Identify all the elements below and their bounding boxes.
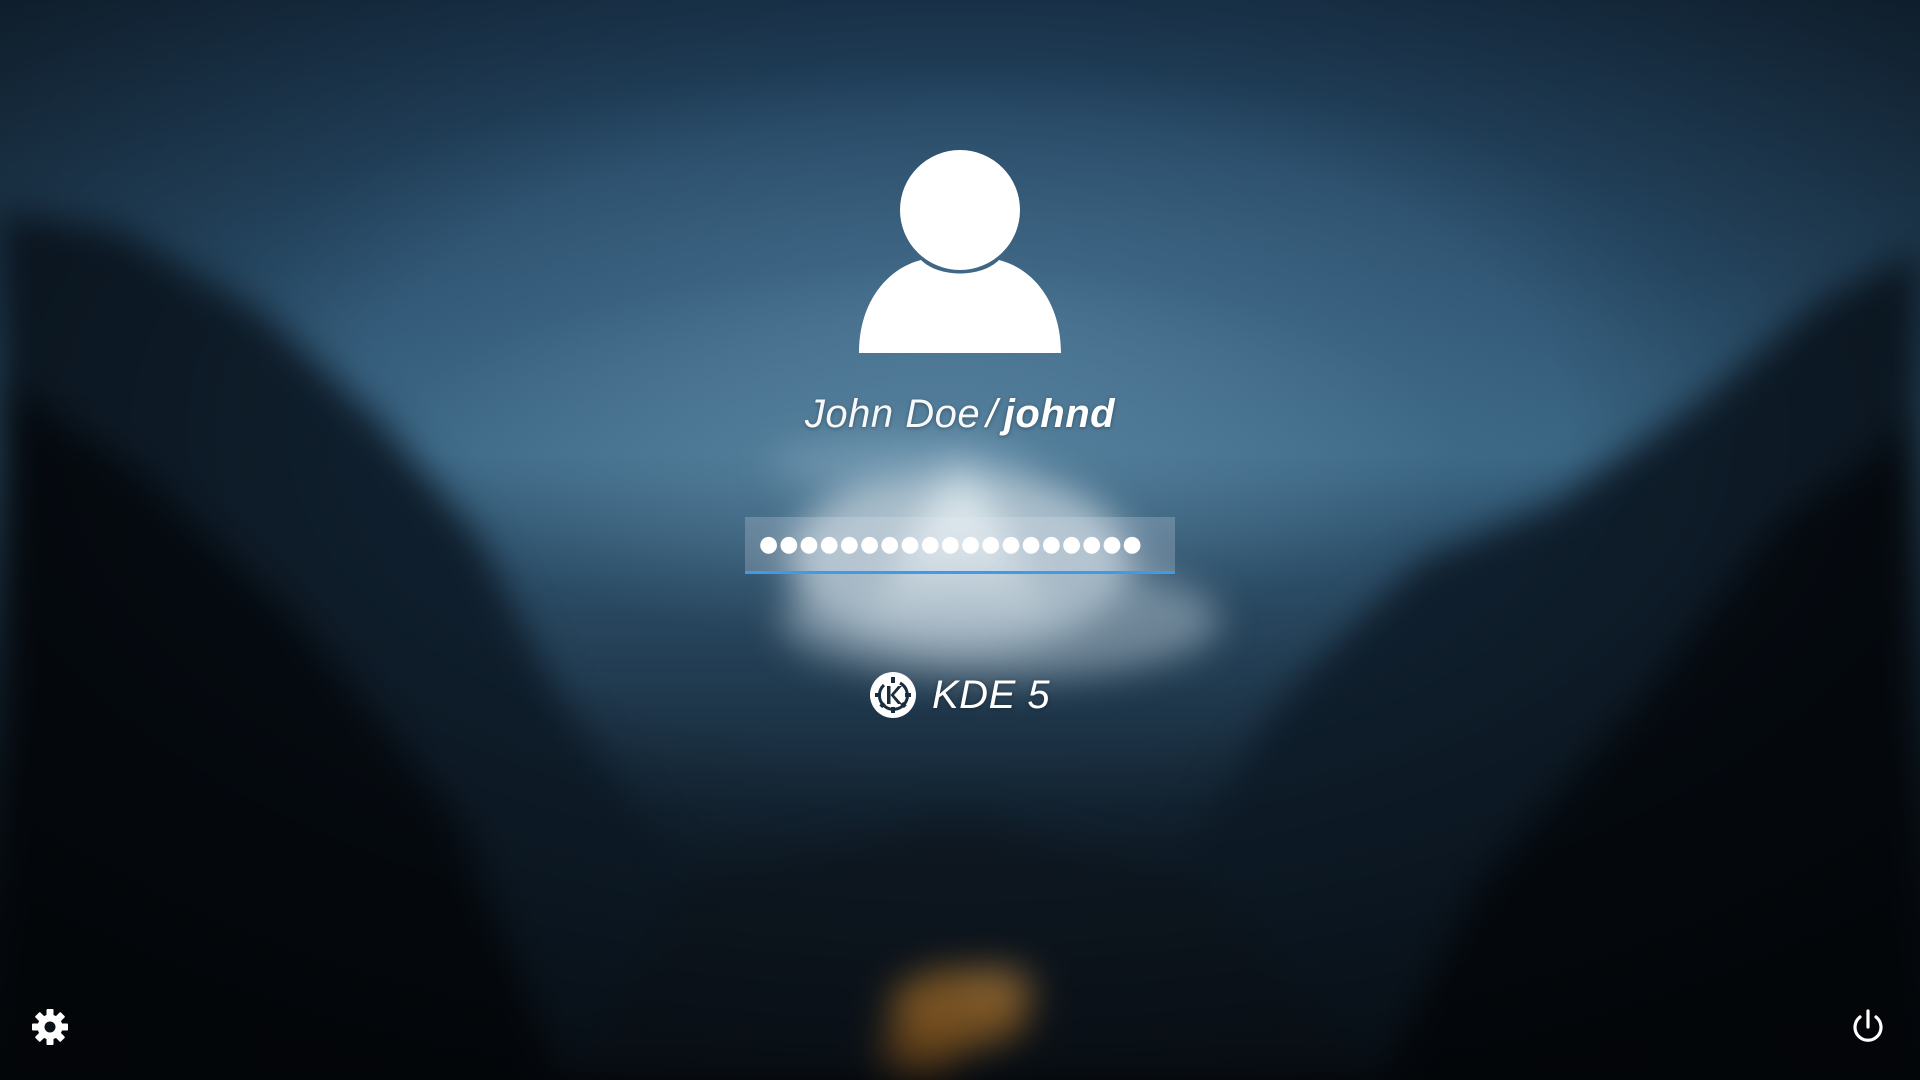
user-full-name: John Doe (804, 392, 981, 436)
session-label: KDE 5 (932, 672, 1051, 717)
password-field-container[interactable] (745, 517, 1175, 574)
kde-logo-icon (870, 672, 916, 718)
power-icon[interactable] (1847, 1006, 1889, 1048)
user-name-line: John Doe / johnd (660, 392, 1260, 437)
password-input[interactable] (745, 517, 1175, 571)
gear-icon[interactable] (29, 1006, 71, 1048)
username: johnd (1003, 392, 1116, 436)
login-panel: John Doe/johnd KDE 5 (0, 0, 1920, 1080)
user-avatar-icon (859, 150, 1061, 353)
name-separator: / (986, 392, 998, 436)
session-selector[interactable]: KDE 5 (870, 670, 1050, 720)
